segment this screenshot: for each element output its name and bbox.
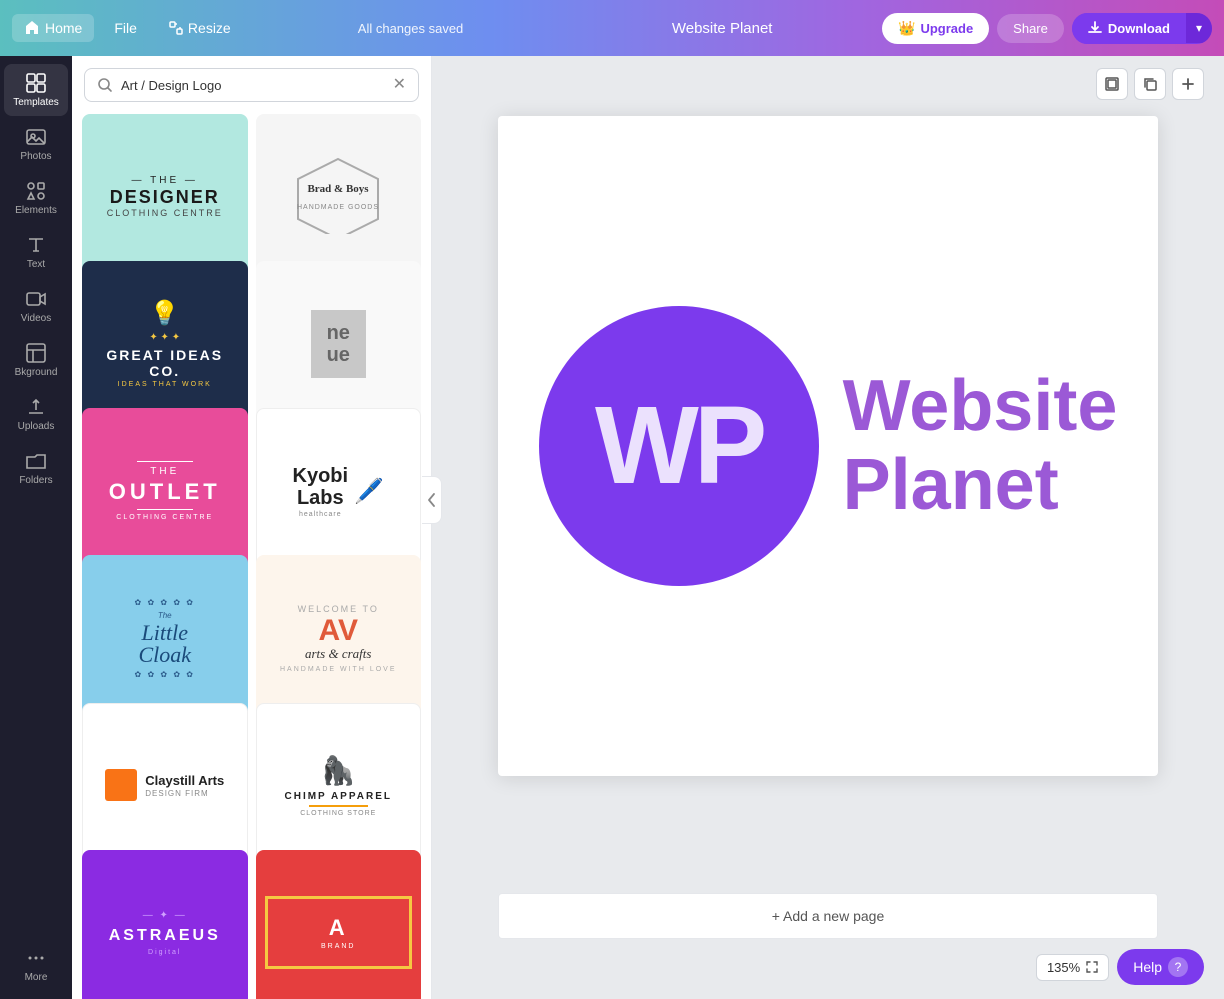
copy-tool-button[interactable] <box>1134 68 1166 100</box>
sidebar-item-elements[interactable]: Elements <box>4 172 68 224</box>
template-card-great[interactable]: 💡 ✦ ✦ ✦ GREAT IDEAS CO. IDEAS THAT WORK <box>82 261 248 427</box>
home-button[interactable]: Home <box>12 14 94 42</box>
template-card-little[interactable]: ✿ ✿ ✿ ✿ ✿ The LittleCloak ✿ ✿ ✿ ✿ ✿ <box>82 555 248 721</box>
search-icon <box>97 77 113 93</box>
template-card-kyobi[interactable]: KyobiLabs healthcare 🖊️ <box>256 408 422 574</box>
sidebar-label-photos: Photos <box>20 151 51 162</box>
help-button[interactable]: Help ? <box>1117 949 1204 985</box>
logo-circle: WP <box>539 306 819 586</box>
file-button[interactable]: File <box>102 14 149 42</box>
nav-center: Website Planet <box>570 20 874 37</box>
sidebar-item-more[interactable]: More <box>4 939 68 991</box>
sidebar-label-folders: Folders <box>19 475 52 486</box>
resize-button[interactable]: Resize <box>157 14 243 42</box>
search-input[interactable] <box>121 78 385 93</box>
zoom-value: 135% <box>1047 960 1080 975</box>
logo-text: Website Planet <box>843 367 1118 525</box>
template-card-brad[interactable]: Brad & Boys HANDMADE GOODS <box>256 114 422 280</box>
main-area: Templates Photos Elements Text Videos Bk… <box>0 56 1224 999</box>
template-card-neue[interactable]: neue <box>256 261 422 427</box>
sidebar-label-templates: Templates <box>13 97 59 108</box>
template-card-astraeus[interactable]: — ✦ — ASTRAEUS Digital <box>82 850 248 999</box>
search-bar: ✕ <box>84 68 419 102</box>
template-card-outlet[interactable]: THE OUTLET CLOTHING CENTRE <box>82 408 248 574</box>
save-status: All changes saved <box>259 21 563 36</box>
zoom-control[interactable]: 135% <box>1036 954 1109 981</box>
sidebar-item-videos[interactable]: Videos <box>4 280 68 332</box>
sidebar-item-background[interactable]: Bkground <box>4 334 68 386</box>
template-card-chimp[interactable]: 🦍 CHIMP APPAREL CLOTHING STORE <box>256 703 422 869</box>
download-chevron-button[interactable]: ▾ <box>1186 13 1212 43</box>
sidebar-label-more: More <box>25 972 48 983</box>
sidebar-item-text[interactable]: Text <box>4 226 68 278</box>
svg-text:HANDMADE GOODS: HANDMADE GOODS <box>297 204 379 211</box>
logo-preview: WP Website Planet <box>499 266 1158 626</box>
svg-text:Brad & Boys: Brad & Boys <box>308 183 370 195</box>
template-card-designer[interactable]: — THE — DESIGNER CLOTHING CENTRE <box>82 114 248 280</box>
sidebar-label-uploads: Uploads <box>18 421 55 432</box>
frame-tool-button[interactable] <box>1096 68 1128 100</box>
sidebar-label-videos: Videos <box>21 313 51 324</box>
brad-hexagon: Brad & Boys HANDMADE GOODS <box>288 154 388 234</box>
search-clear-button[interactable]: ✕ <box>393 77 406 93</box>
template-card-red[interactable]: A BRAND <box>256 850 422 999</box>
sidebar-item-uploads[interactable]: Uploads <box>4 388 68 440</box>
sidebar: Templates Photos Elements Text Videos Bk… <box>0 56 72 999</box>
sidebar-item-folders[interactable]: Folders <box>4 442 68 494</box>
nav-right-actions: 👑 Upgrade Share Download ▾ <box>882 13 1212 44</box>
canvas-content[interactable]: WP Website Planet <box>498 116 1158 776</box>
sidebar-item-templates[interactable]: Templates <box>4 64 68 116</box>
sidebar-label-text: Text <box>27 259 45 270</box>
template-card-arts[interactable]: WELCOME TO AV arts & crafts HANDMADE WIT… <box>256 555 422 721</box>
template-card-claystill[interactable]: Claystill Arts DESIGN FIRM <box>82 703 248 869</box>
fullscreen-icon <box>1086 961 1098 973</box>
sidebar-label-elements: Elements <box>15 205 57 216</box>
add-page-button[interactable]: + Add a new page <box>498 893 1158 939</box>
upgrade-button[interactable]: 👑 Upgrade <box>882 13 989 44</box>
top-navigation: Home File Resize All changes saved Websi… <box>0 0 1224 56</box>
sidebar-label-background: Bkground <box>15 367 58 378</box>
logo-initials: WP <box>595 391 762 501</box>
sidebar-item-photos[interactable]: Photos <box>4 118 68 170</box>
panel-collapse-button[interactable] <box>422 476 442 524</box>
project-title: Website Planet <box>672 20 773 37</box>
download-group: Download ▾ <box>1072 13 1212 44</box>
download-button[interactable]: Download <box>1072 13 1186 44</box>
template-designer-title: DESIGNER <box>107 188 223 208</box>
bottom-bar: 135% Help ? <box>1036 949 1204 985</box>
add-tool-button[interactable] <box>1172 68 1204 100</box>
templates-grid: — THE — DESIGNER CLOTHING CENTRE Brad & … <box>72 114 431 999</box>
templates-panel: ✕ — THE — DESIGNER CLOTHING CENTRE Brad … <box>72 56 432 999</box>
share-button[interactable]: Share <box>997 14 1064 43</box>
canvas-area: WP Website Planet + Add a new page 135% … <box>432 56 1224 999</box>
canvas-toolbar <box>1096 68 1204 100</box>
